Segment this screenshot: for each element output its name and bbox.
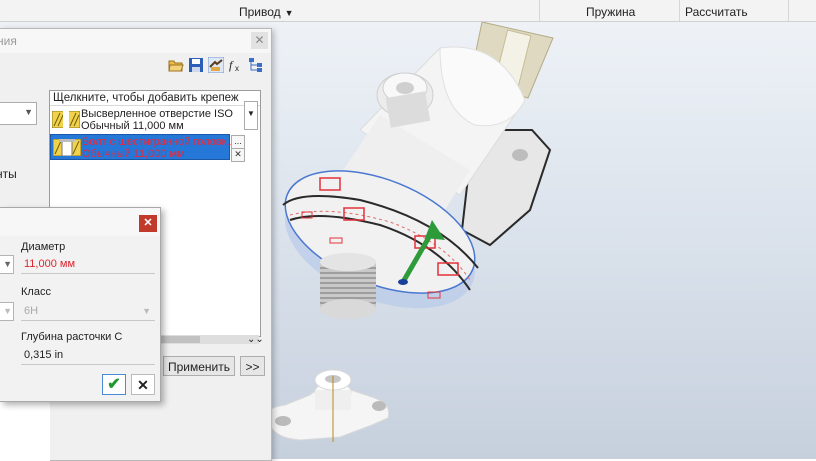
svg-text:f: f: [229, 58, 234, 72]
class-label: Класс: [21, 286, 51, 298]
counterbore-depth-field[interactable]: 0,315 in: [21, 346, 155, 365]
function-icon[interactable]: f x: [228, 57, 244, 73]
diameter-field[interactable]: 11,000 мм: [21, 255, 155, 274]
fastener-item-hole[interactable]: Высверленное отверстие ISO Обычный 11,00…: [50, 107, 258, 133]
fastener-bolt-icon: [53, 139, 81, 156]
expand-button[interactable]: >>: [240, 356, 265, 376]
chevron-down-icon: ▼: [247, 109, 255, 118]
type-combo[interactable]: ▼: [0, 102, 37, 125]
more-button[interactable]: ...: [231, 135, 245, 149]
hands-icon[interactable]: [208, 57, 224, 73]
popup-title-bar[interactable]: ✕: [0, 208, 160, 236]
chevron-down-icon: ▼: [24, 107, 33, 117]
counterbore-depth-label: Глубина расточки C: [21, 331, 123, 343]
hole-properties-popup: ✕ Диаметр ▼ 11,000 мм Класс ▼ 6H ▼ Глуби…: [0, 207, 161, 402]
fastener-item-name: Болт с шестигранной головк...: [82, 136, 236, 148]
cancel-button[interactable]: ✕: [131, 374, 155, 395]
class-value: 6H: [24, 305, 39, 317]
fastener-item-name: Высверленное отверстие ISO: [81, 108, 233, 120]
class-select[interactable]: 6H ▼: [21, 302, 155, 321]
ribbon-separator: [539, 0, 540, 21]
left-combo[interactable]: ▼: [0, 302, 14, 321]
left-combo[interactable]: ▼: [0, 255, 14, 274]
dialog-title-bar[interactable]: ния ✕: [0, 29, 271, 53]
drive-label: Привод: [239, 5, 281, 19]
close-icon[interactable]: ✕: [251, 32, 268, 49]
popup-close-button[interactable]: ✕: [139, 215, 157, 232]
components-label: нты: [0, 167, 17, 181]
drive-menu[interactable]: Привод ▼: [239, 5, 294, 19]
fastener-hole-icon: [52, 111, 80, 128]
fastener-item-bolt[interactable]: Болт с шестигранной головк... Обычный 11…: [50, 134, 236, 160]
chevron-down-icon: ▼: [142, 306, 151, 316]
ok-button[interactable]: ✔: [102, 374, 126, 395]
apply-button[interactable]: Применить: [163, 356, 235, 376]
ribbon-separator: [679, 0, 680, 21]
open-folder-icon[interactable]: [168, 57, 184, 73]
fastener-dropdown-button[interactable]: ▼: [244, 101, 258, 130]
tree-icon[interactable]: [248, 57, 264, 73]
fastener-item-detail: Обычный 11,000 мм: [81, 120, 184, 132]
remove-fastener-button[interactable]: ✕: [231, 148, 245, 162]
chevron-double-down-icon[interactable]: ⌄⌄: [247, 334, 264, 345]
fastener-item-detail: Обычный 11,000 мм: [82, 148, 185, 160]
spring-button[interactable]: Пружина: [586, 5, 635, 19]
diameter-label: Диаметр: [21, 241, 66, 253]
chevron-down-icon: ▼: [284, 8, 294, 18]
fastener-list-header[interactable]: Щелкните, чтобы добавить крепеж: [50, 91, 260, 106]
svg-text:x: x: [235, 64, 239, 73]
calculate-button[interactable]: Рассчитать: [685, 5, 748, 19]
dialog-title: ния: [0, 34, 17, 48]
ribbon-separator: [788, 0, 789, 21]
ribbon: Привод ▼ Пружина Рассчитать: [0, 0, 816, 22]
save-icon[interactable]: [188, 57, 204, 73]
